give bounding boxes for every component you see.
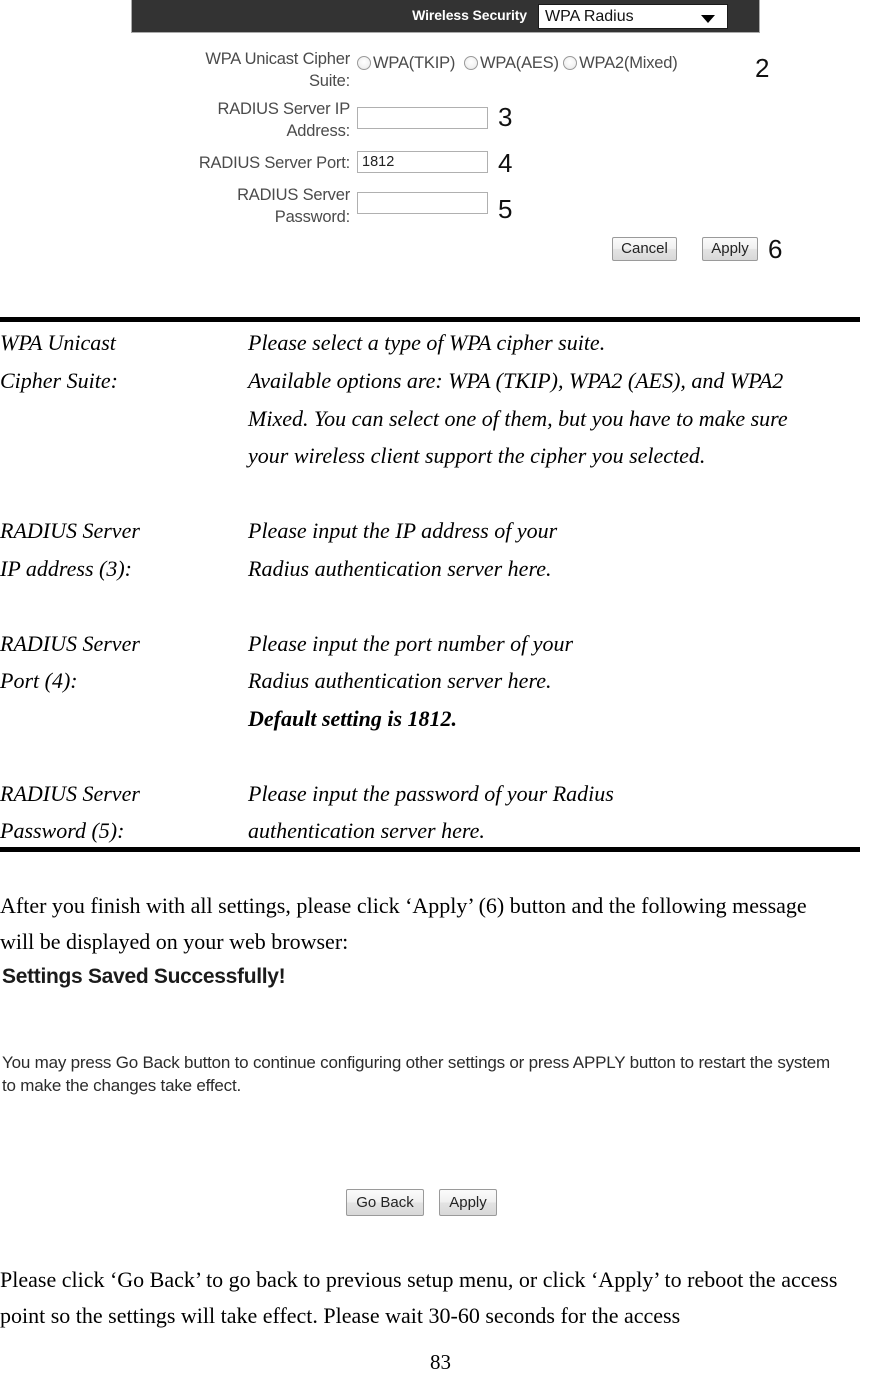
desc-term: WPA Unicast <box>0 330 116 355</box>
radius-server-ip-input[interactable] <box>357 107 488 129</box>
wireless-security-title: Wireless Security <box>412 7 527 23</box>
wireless-security-select-value: WPA Radius <box>545 8 634 25</box>
wireless-security-select[interactable]: WPA Radius <box>538 4 728 29</box>
radio-label: WPA(AES) <box>480 54 559 72</box>
radius-server-ip-label: RADIUS Server IP Address: <box>217 100 351 140</box>
radio-icon <box>357 56 371 70</box>
desc-definition: authentication server here. <box>248 818 485 843</box>
callout-marker-2: 2 <box>755 53 770 83</box>
settings-saved-title: Settings Saved Successfully! <box>2 965 286 988</box>
desc-definition: Available options are: WPA (TKIP), WPA2 … <box>248 368 784 393</box>
desc-term: RADIUS Server <box>0 518 140 543</box>
table-rule-bottom <box>0 847 860 852</box>
desc-term: Password (5): <box>0 818 125 843</box>
router-config-screenshot: Wireless Security WPA Radius WPA Unicast… <box>0 0 881 300</box>
callout-marker-4: 4 <box>498 148 513 178</box>
wpa-cipher-radio-group: WPA(TKIP) WPA(AES) WPA2(Mixed) <box>357 54 678 73</box>
radio-icon <box>563 56 578 70</box>
desc-term: Port (4): <box>0 668 78 693</box>
radius-server-port-input[interactable] <box>357 151 488 173</box>
wireless-security-titlebar: Wireless Security WPA Radius <box>131 0 760 33</box>
desc-definition: Please input the IP address of your <box>248 518 558 543</box>
desc-definition-emphasis: Default setting is 1812. <box>248 706 458 731</box>
wpa-unicast-cipher-suite-label: WPA Unicast Cipher Suite: <box>205 50 350 90</box>
callout-marker-3: 3 <box>498 102 513 132</box>
radio-label: WPA2(Mixed) <box>579 54 678 72</box>
cancel-button[interactable]: Cancel <box>612 237 677 261</box>
chevron-down-icon <box>701 15 715 23</box>
desc-definition: Radius authentication server here. <box>248 556 552 581</box>
radio-label: WPA(TKIP) <box>373 54 456 72</box>
desc-definition: Please input the port number of your <box>248 631 574 656</box>
desc-definition: Please input the password of your Radius <box>248 781 614 806</box>
page-number: 83 <box>430 1350 451 1374</box>
go-back-button[interactable]: Go Back <box>346 1189 424 1216</box>
radius-server-password-label: RADIUS Server Password: <box>237 186 350 226</box>
radio-option-wpa-aes[interactable]: WPA(AES) <box>464 54 559 73</box>
radio-option-wpa-tkip[interactable]: WPA(TKIP) <box>357 54 455 73</box>
paragraph-final: Please click ‘Go Back’ to go back to pre… <box>0 1267 838 1328</box>
settings-saved-message: You may press Go Back button to continue… <box>2 1053 830 1095</box>
desc-term: RADIUS Server <box>0 631 140 656</box>
desc-term: RADIUS Server <box>0 781 140 806</box>
radius-server-password-input[interactable] <box>357 192 488 214</box>
desc-definition: Radius authentication server here. <box>248 668 552 693</box>
paragraph-after-table: After you finish with all settings, plea… <box>0 893 807 954</box>
saved-apply-button[interactable]: Apply <box>439 1189 497 1216</box>
apply-button[interactable]: Apply <box>702 237 758 261</box>
callout-marker-6: 6 <box>768 234 783 264</box>
radio-option-wpa2-mixed[interactable]: WPA2(Mixed) <box>563 54 678 73</box>
callout-marker-5: 5 <box>498 194 513 224</box>
desc-definition: Mixed. You can select one of them, but y… <box>248 406 788 431</box>
desc-term: IP address (3): <box>0 556 132 581</box>
desc-term: Cipher Suite: <box>0 368 118 393</box>
table-rule-top <box>0 317 860 322</box>
radio-icon <box>464 56 479 70</box>
settings-saved-screenshot: Settings Saved Successfully! You may pre… <box>0 958 881 1228</box>
desc-definition: your wireless client support the cipher … <box>248 443 706 468</box>
radius-server-port-label: RADIUS Server Port: <box>198 154 350 172</box>
desc-definition: Please select a type of WPA cipher suite… <box>248 330 606 355</box>
